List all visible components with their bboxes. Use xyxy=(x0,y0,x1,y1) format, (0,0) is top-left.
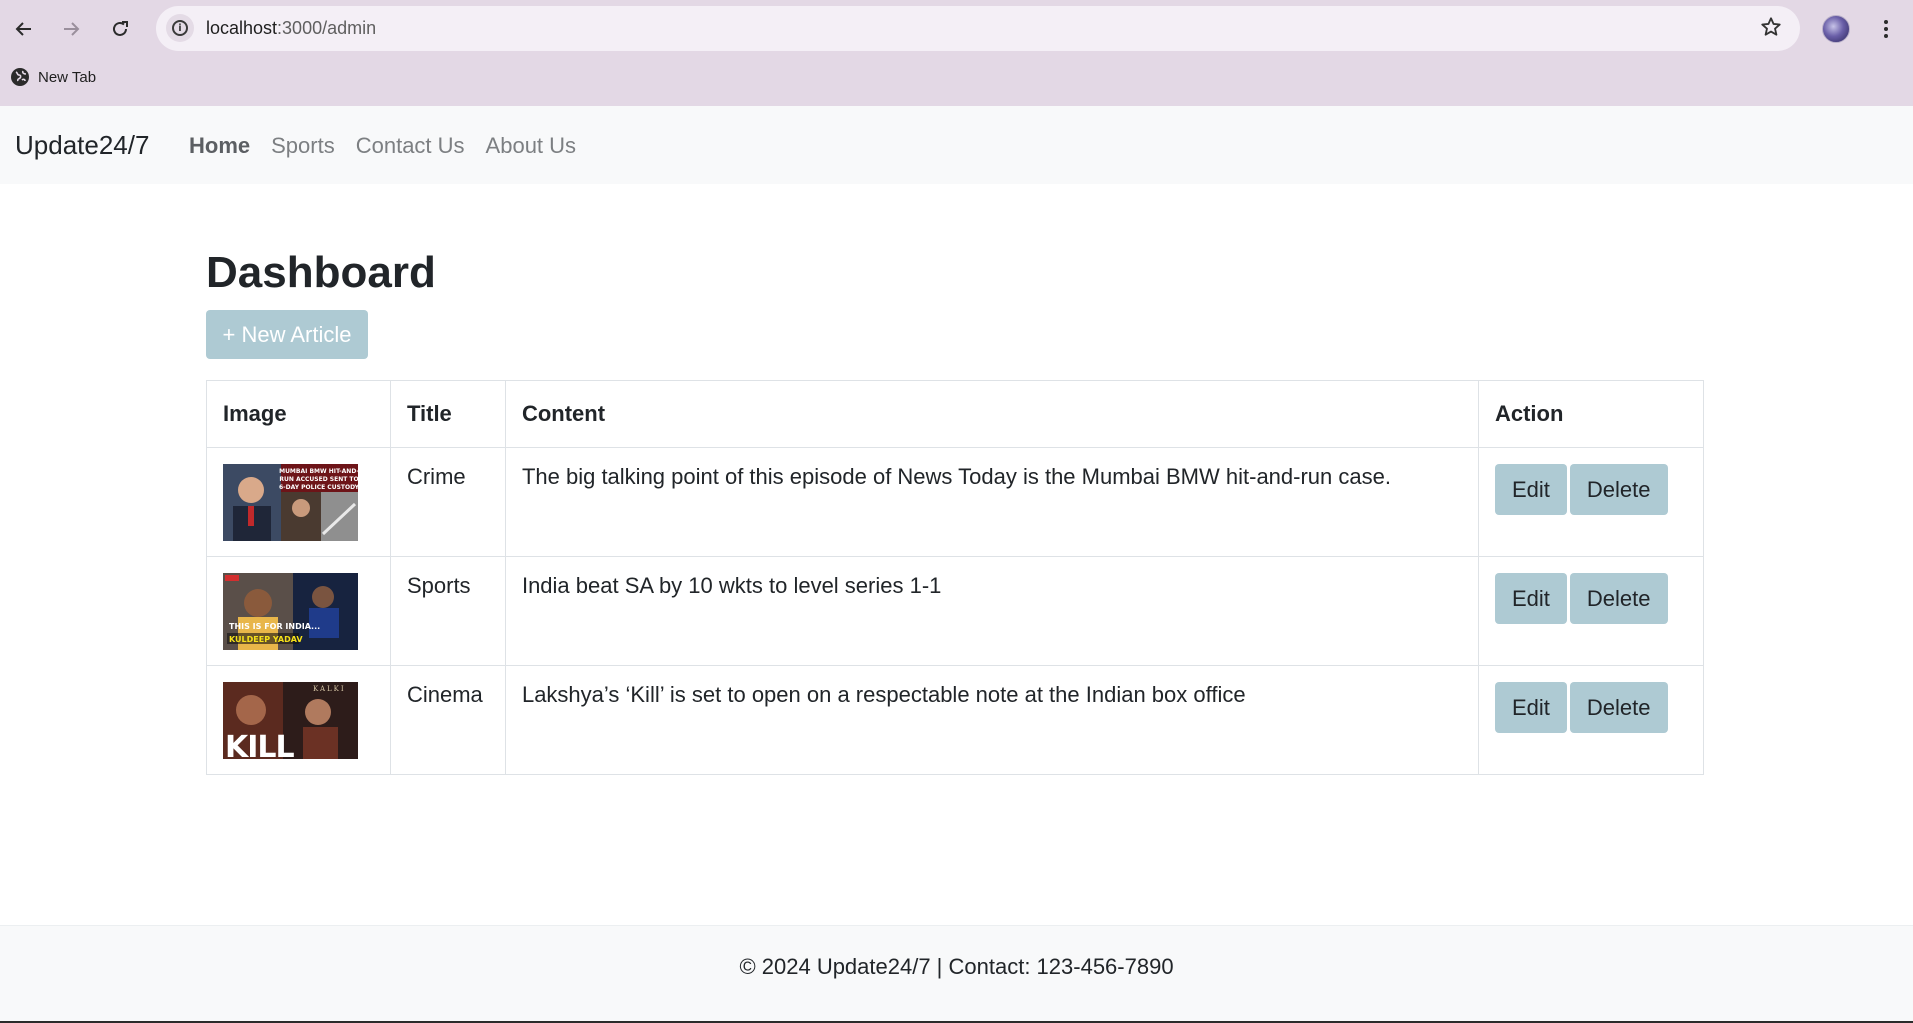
svg-text:KALKI: KALKI xyxy=(313,685,346,693)
image-cell: THIS IS FOR INDIA... KULDEEP YADAV xyxy=(206,556,391,666)
action-cell: Edit Delete xyxy=(1477,447,1705,557)
table-row: MUMBAI BMW HIT-AND- RUN ACCUSED SENT TO … xyxy=(206,447,1705,557)
edit-button[interactable]: Edit xyxy=(1494,464,1567,515)
article-thumbnail[interactable]: KALKI KILL xyxy=(223,682,358,759)
site-navbar: Update24/7 Home Sports Contact Us About … xyxy=(0,106,1913,184)
table-header-row: Image Title Content Action xyxy=(206,380,1705,448)
table-row: THIS IS FOR INDIA... KULDEEP YADAV Sport… xyxy=(206,556,1705,666)
svg-text:KULDEEP YADAV: KULDEEP YADAV xyxy=(229,635,303,644)
header-image: Image xyxy=(206,380,391,448)
nav-link-contact-us[interactable]: Contact Us xyxy=(356,133,465,159)
url-text[interactable]: localhost:3000/admin xyxy=(206,18,376,39)
reload-icon[interactable] xyxy=(104,13,136,45)
brand-logo[interactable]: Update24/7 xyxy=(15,130,149,161)
back-icon[interactable] xyxy=(8,13,40,45)
delete-button[interactable]: Delete xyxy=(1569,682,1668,733)
delete-button[interactable]: Delete xyxy=(1569,464,1668,515)
page-title: Dashboard xyxy=(206,248,436,297)
title-cell: Cinema xyxy=(389,665,506,775)
nav-links: Home Sports Contact Us About Us xyxy=(189,133,597,159)
header-action: Action xyxy=(1477,380,1705,448)
articles-table: Image Title Content Action MUMBAI BMW HI… xyxy=(206,380,1705,775)
content-cell: The big talking point of this episode of… xyxy=(504,447,1479,557)
title-cell: Sports xyxy=(389,556,506,666)
action-cell: Edit Delete xyxy=(1477,556,1705,666)
content-cell: India beat SA by 10 wkts to level series… xyxy=(504,556,1479,666)
nav-link-about-us[interactable]: About Us xyxy=(486,133,577,159)
browser-menu-icon[interactable] xyxy=(1876,14,1896,44)
forward-icon[interactable] xyxy=(55,13,87,45)
delete-button[interactable]: Delete xyxy=(1569,573,1668,624)
svg-text:6-DAY POLICE CUSTODY: 6-DAY POLICE CUSTODY xyxy=(279,484,358,491)
browser-chrome: i localhost:3000/admin New Tab xyxy=(0,0,1913,106)
svg-text:KILL: KILL xyxy=(225,730,295,759)
svg-text:RUN ACCUSED SENT TO: RUN ACCUSED SENT TO xyxy=(279,476,358,483)
edit-button[interactable]: Edit xyxy=(1494,682,1567,733)
content-cell: Lakshya’s ‘Kill’ is set to open on a res… xyxy=(504,665,1479,775)
bookmark-new-tab[interactable]: New Tab xyxy=(10,67,96,87)
action-cell: Edit Delete xyxy=(1477,665,1705,775)
article-thumbnail[interactable]: MUMBAI BMW HIT-AND- RUN ACCUSED SENT TO … xyxy=(223,464,358,541)
svg-text:MUMBAI BMW HIT-AND-: MUMBAI BMW HIT-AND- xyxy=(279,468,358,475)
bookmark-label: New Tab xyxy=(38,68,97,86)
footer-text: © 2024 Update24/7 | Contact: 123-456-789… xyxy=(739,954,1174,979)
image-cell: MUMBAI BMW HIT-AND- RUN ACCUSED SENT TO … xyxy=(206,447,391,557)
profile-avatar[interactable] xyxy=(1822,15,1850,43)
header-content: Content xyxy=(504,380,1479,448)
title-cell: Crime xyxy=(389,447,506,557)
nav-link-sports[interactable]: Sports xyxy=(271,133,335,159)
globe-icon xyxy=(11,68,29,86)
article-thumbnail[interactable]: THIS IS FOR INDIA... KULDEEP YADAV xyxy=(223,573,358,650)
edit-button[interactable]: Edit xyxy=(1494,573,1567,624)
bookmark-star-icon[interactable] xyxy=(1760,16,1782,43)
browser-toolbar: i localhost:3000/admin xyxy=(0,0,1913,58)
svg-text:THIS IS FOR INDIA...: THIS IS FOR INDIA... xyxy=(229,622,320,631)
site-info-icon[interactable]: i xyxy=(166,14,194,42)
table-row: KALKI KILL Cinema Lakshya’s ‘Kill’ is se… xyxy=(206,665,1705,775)
site-footer: © 2024 Update24/7 | Contact: 123-456-789… xyxy=(0,925,1913,1023)
address-bar[interactable]: i localhost:3000/admin xyxy=(156,6,1800,51)
new-article-button[interactable]: + New Article xyxy=(206,310,368,359)
url-path: :3000/admin xyxy=(277,18,377,38)
url-host: localhost xyxy=(206,18,278,38)
header-title: Title xyxy=(389,380,506,448)
nav-link-home[interactable]: Home xyxy=(189,133,250,159)
image-cell: KALKI KILL xyxy=(206,665,391,775)
